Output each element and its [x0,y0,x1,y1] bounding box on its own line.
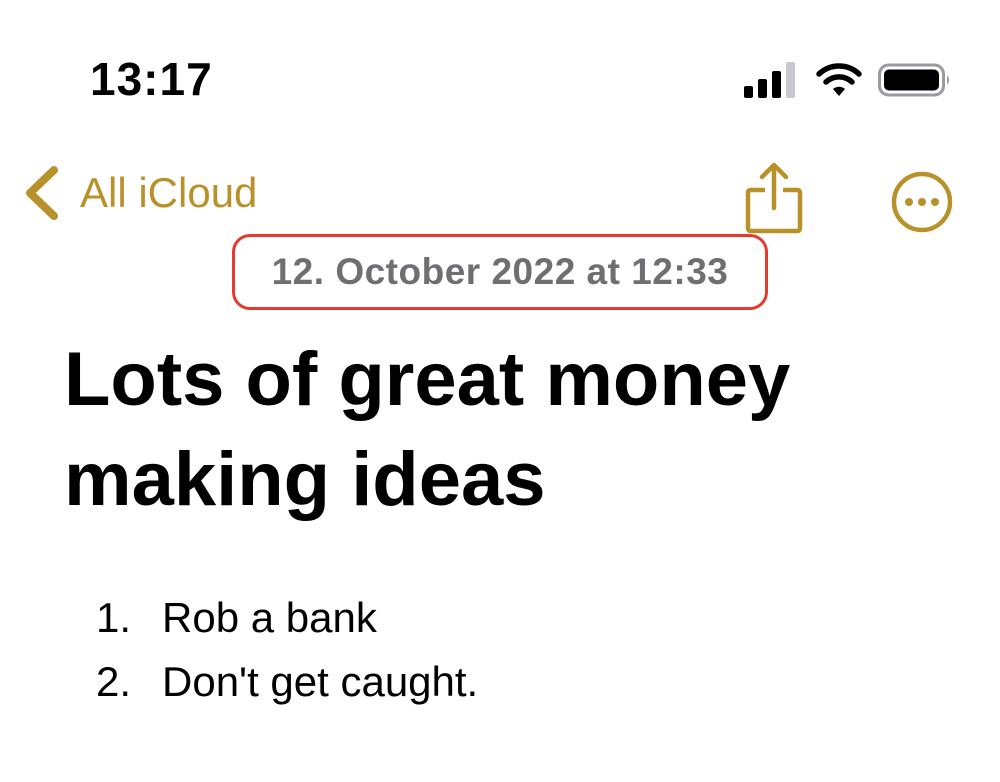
list-item-text: Don't get caught. [162,658,479,705]
back-button[interactable]: All iCloud [22,164,257,222]
status-icons [744,60,952,100]
list-item[interactable]: 1. Rob a bank [96,586,478,650]
battery-icon [878,63,949,97]
note-title[interactable]: Lots of great money making ideas [64,330,944,530]
ellipsis-circle-icon[interactable] [890,170,954,234]
note-date-highlight: 12. October 2022 at 12:33 [232,234,768,310]
status-time: 13:17 [90,53,213,105]
chevron-left-icon [26,166,58,220]
nav-bar: All iCloud [0,150,1000,240]
list-item-number: 2. [96,658,132,705]
list-item[interactable]: 2. Don't get caught. [96,650,478,714]
list-item-number: 1. [96,594,132,641]
note-date: 12. October 2022 at 12:33 [271,251,729,292]
cellular-signal-icon [744,62,795,98]
wifi-icon [816,63,862,96]
share-icon[interactable] [745,162,803,234]
back-label: All iCloud [80,169,258,216]
list-item-text: Rob a bank [162,594,377,641]
note-list: 1. Rob a bank 2. Don't get caught. [96,586,478,714]
status-bar: 13:17 [0,0,1000,130]
